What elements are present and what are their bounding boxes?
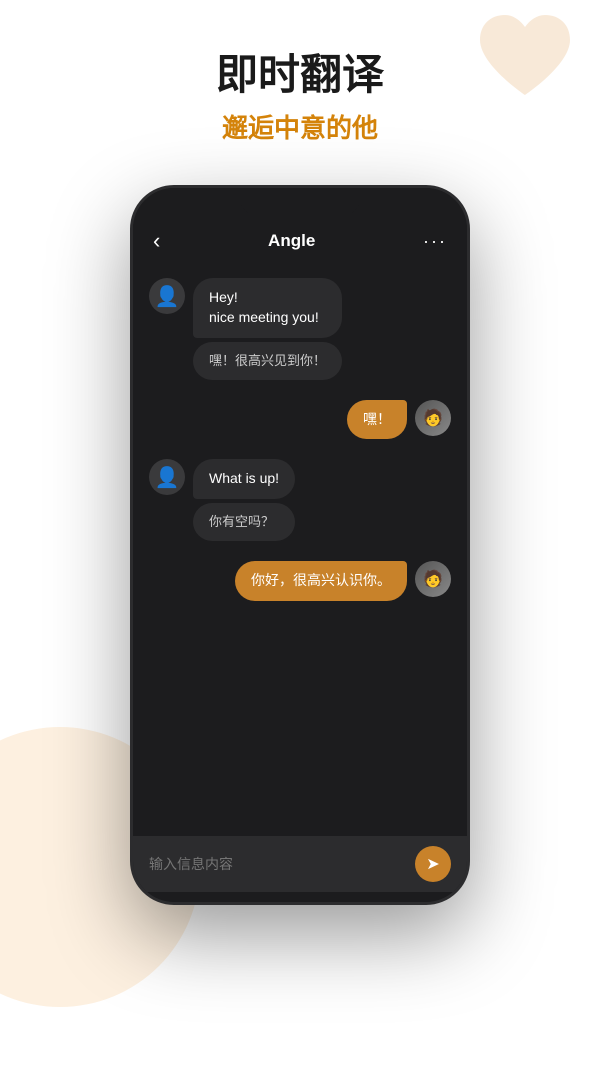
- back-button[interactable]: ‹: [153, 228, 160, 254]
- avatar-self-2: 🧑: [415, 561, 451, 597]
- msg-row-1: 👤 Hey!nice meeting you! 嘿！很高兴见到你！: [149, 278, 451, 379]
- avatar-sender-2: 👤: [149, 459, 185, 495]
- bubble-3: What is up!: [193, 459, 295, 499]
- avatar-icon-1: 👤: [155, 284, 180, 309]
- msg-row-4: 🧑 你好，很高兴认识你。: [149, 561, 451, 601]
- send-icon: ➤: [426, 854, 439, 874]
- avatar-self-icon-1: 🧑: [423, 408, 443, 428]
- msg-row-3: 👤 What is up! 你有空吗？: [149, 459, 451, 541]
- bubble-4: 你好，很高兴认识你。: [235, 561, 407, 601]
- title-area: 即时翻译 邂逅中意的他: [0, 0, 600, 175]
- chat-input-area: ➤: [133, 836, 467, 892]
- msg-group-2: 嘿！: [347, 400, 407, 440]
- avatar-self-icon-2: 🧑: [423, 569, 443, 589]
- message-input[interactable]: [149, 856, 405, 872]
- bubble-1: Hey!nice meeting you!: [193, 278, 342, 337]
- bubble-3-translation: 你有空吗？: [193, 503, 295, 541]
- chat-body: 👤 Hey!nice meeting you! 嘿！很高兴见到你！ 🧑 嘿！: [133, 266, 467, 836]
- phone-frame: ‹ Angle ··· 👤 Hey!nice meeting you! 嘿！很高…: [130, 185, 470, 905]
- bubble-1-translation: 嘿！很高兴见到你！: [193, 342, 342, 380]
- page-title-sub: 邂逅中意的他: [0, 108, 600, 145]
- msg-group-3: What is up! 你有空吗？: [193, 459, 295, 541]
- msg-group-1: Hey!nice meeting you! 嘿！很高兴见到你！: [193, 278, 342, 379]
- more-button[interactable]: ···: [423, 231, 447, 252]
- avatar-icon-2: 👤: [155, 465, 180, 490]
- phone-notch: [240, 188, 360, 216]
- msg-group-4: 你好，很高兴认识你。: [235, 561, 407, 601]
- msg-row-2: 🧑 嘿！: [149, 400, 451, 440]
- page-title-main: 即时翻译: [0, 50, 600, 100]
- send-button[interactable]: ➤: [415, 846, 451, 882]
- phone-mockup: ‹ Angle ··· 👤 Hey!nice meeting you! 嘿！很高…: [0, 185, 600, 905]
- contact-name: Angle: [268, 231, 315, 251]
- bubble-2: 嘿！: [347, 400, 407, 440]
- avatar-self-1: 🧑: [415, 400, 451, 436]
- avatar-sender-1: 👤: [149, 278, 185, 314]
